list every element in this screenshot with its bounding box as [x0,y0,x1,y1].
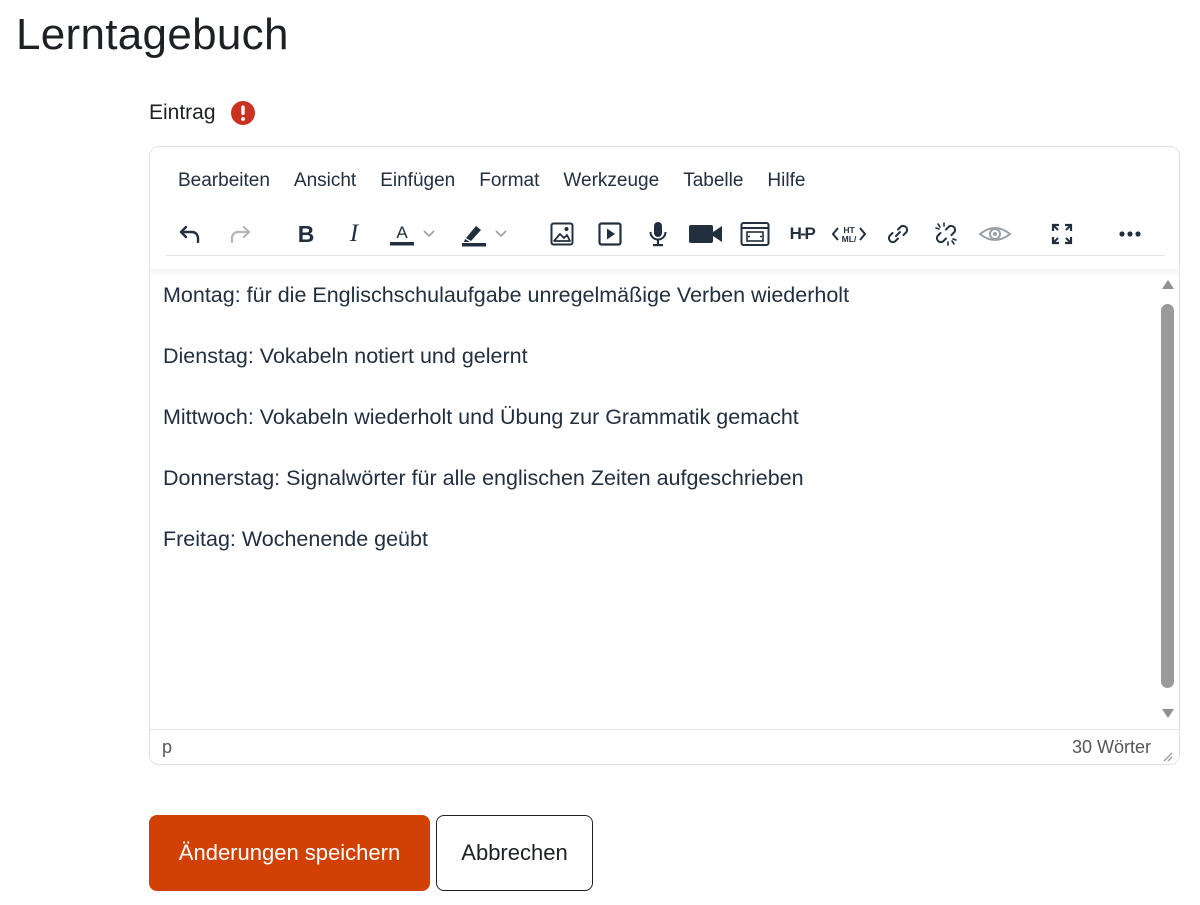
svg-text:A: A [396,223,408,242]
image-icon[interactable] [546,215,578,253]
media-icon[interactable] [594,215,626,253]
html-icon[interactable]: HT ML/ [830,215,868,253]
content-paragraph[interactable]: Freitag: Wochenende geübt [163,526,1145,552]
content-paragraph[interactable]: Mittwoch: Vokabeln wiederholt und Übung … [163,404,1145,430]
fullscreen-icon[interactable] [1046,215,1078,253]
highlight-color-dropdown-icon[interactable] [490,215,512,253]
scroll-down-arrow-icon[interactable] [1162,709,1174,718]
embed-icon[interactable] [738,215,772,253]
page-title: Lerntagebuch [16,10,289,59]
word-count[interactable]: 30 Wörter [1072,737,1151,758]
redo-icon[interactable] [224,215,256,253]
exclamation-circle-icon [230,100,256,126]
unlink-icon[interactable] [930,215,962,253]
link-icon[interactable] [882,215,914,253]
h5p-icon[interactable]: H-P [784,215,820,253]
content-paragraph[interactable]: Donnerstag: Signalwörter für alle englis… [163,465,1145,491]
editor-menubar: Bearbeiten Ansicht Einfügen Format Werkz… [166,169,817,193]
menu-einfuegen[interactable]: Einfügen [368,169,467,193]
editor-header: Bearbeiten Ansicht Einfügen Format Werkz… [150,147,1179,269]
cancel-button[interactable]: Abbrechen [436,815,593,891]
content-paragraph[interactable]: Dienstag: Vokabeln notiert und gelernt [163,343,1145,369]
field-label-text: Eintrag [149,101,216,124]
menu-bearbeiten[interactable]: Bearbeiten [166,169,282,193]
more-icon[interactable] [1114,215,1146,253]
menu-werkzeuge[interactable]: Werkzeuge [551,169,671,193]
menu-hilfe[interactable]: Hilfe [755,169,817,193]
rich-text-editor: Bearbeiten Ansicht Einfügen Format Werkz… [149,146,1180,765]
bold-icon[interactable]: B [290,215,322,253]
editor-statusbar: p 30 Wörter [150,729,1179,764]
menu-tabelle[interactable]: Tabelle [671,169,755,193]
text-color-dropdown-icon[interactable] [418,215,440,253]
svg-text:ML/: ML/ [842,234,857,244]
menu-format[interactable]: Format [467,169,551,193]
highlight-color-icon[interactable] [458,215,490,253]
element-path[interactable]: p [162,737,172,758]
resize-handle-icon[interactable] [1161,746,1173,762]
save-changes-button[interactable]: Änderungen speichern [149,815,430,891]
editor-content-area[interactable]: Montag: für die Englischschulaufgabe unr… [150,270,1158,730]
editor-scrollbar[interactable] [1155,270,1179,730]
preview-icon[interactable] [976,215,1014,253]
italic-icon[interactable]: I [338,215,370,253]
record-audio-icon[interactable] [642,215,674,253]
undo-icon[interactable] [174,215,206,253]
scrollbar-thumb[interactable] [1161,304,1174,688]
record-video-icon[interactable] [686,215,726,253]
text-color-icon[interactable]: A [386,215,418,253]
scroll-up-arrow-icon[interactable] [1162,280,1174,289]
menu-ansicht[interactable]: Ansicht [282,169,368,193]
field-label: Eintrag [149,100,256,126]
editor-toolbar: B I A H-P HT ML/ [166,215,1165,256]
content-paragraph[interactable]: Montag: für die Englischschulaufgabe unr… [163,282,1145,308]
